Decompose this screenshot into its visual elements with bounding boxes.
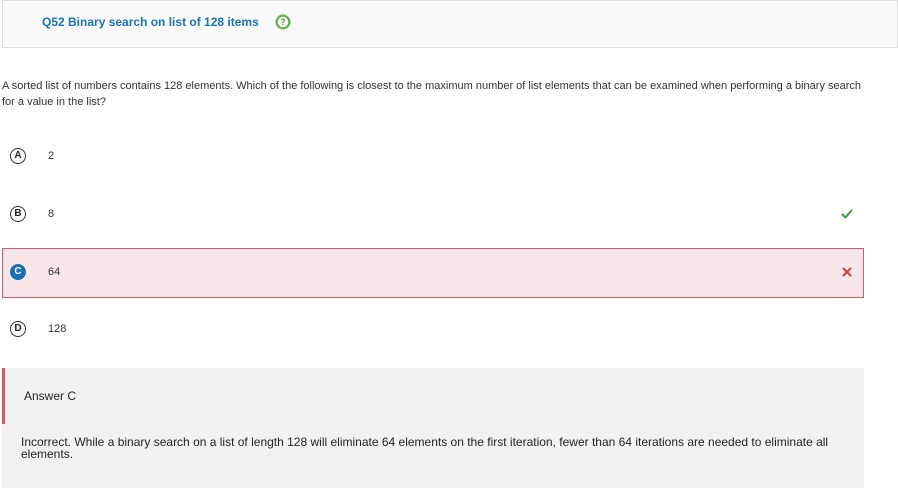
choice-c[interactable]: C 64 xyxy=(2,248,864,298)
question-text: A sorted list of numbers contains 128 el… xyxy=(2,80,862,108)
close-icon xyxy=(842,267,852,277)
answer-accent-bar xyxy=(2,368,5,424)
choice-b-letter[interactable]: B xyxy=(10,206,26,222)
choice-a[interactable]: A 2 xyxy=(2,132,864,182)
explanation-text: Incorrect. While a binary search on a li… xyxy=(21,435,829,461)
question-header: Q52 Binary search on list of 128 items ? xyxy=(2,0,898,48)
choice-b[interactable]: B 8 xyxy=(2,190,864,240)
explanation-panel: Incorrect. While a binary search on a li… xyxy=(2,424,864,488)
question-mark-icon[interactable]: ? xyxy=(275,14,291,30)
choice-b-value: 8 xyxy=(48,208,55,220)
choice-a-value: 2 xyxy=(48,150,55,162)
choice-c-letter[interactable]: C xyxy=(10,264,26,280)
choice-d-value: 128 xyxy=(48,323,67,335)
check-icon xyxy=(841,209,853,219)
choice-d[interactable]: D 128 xyxy=(2,305,864,355)
answer-label: Answer C xyxy=(24,389,77,403)
choice-c-value: 64 xyxy=(48,266,61,278)
choice-a-letter[interactable]: A xyxy=(10,148,26,164)
question-title[interactable]: Q52 Binary search on list of 128 items xyxy=(42,15,259,29)
answer-panel: Answer C xyxy=(2,368,864,424)
choice-d-letter[interactable]: D xyxy=(10,321,26,337)
svg-text:?: ? xyxy=(280,18,285,28)
